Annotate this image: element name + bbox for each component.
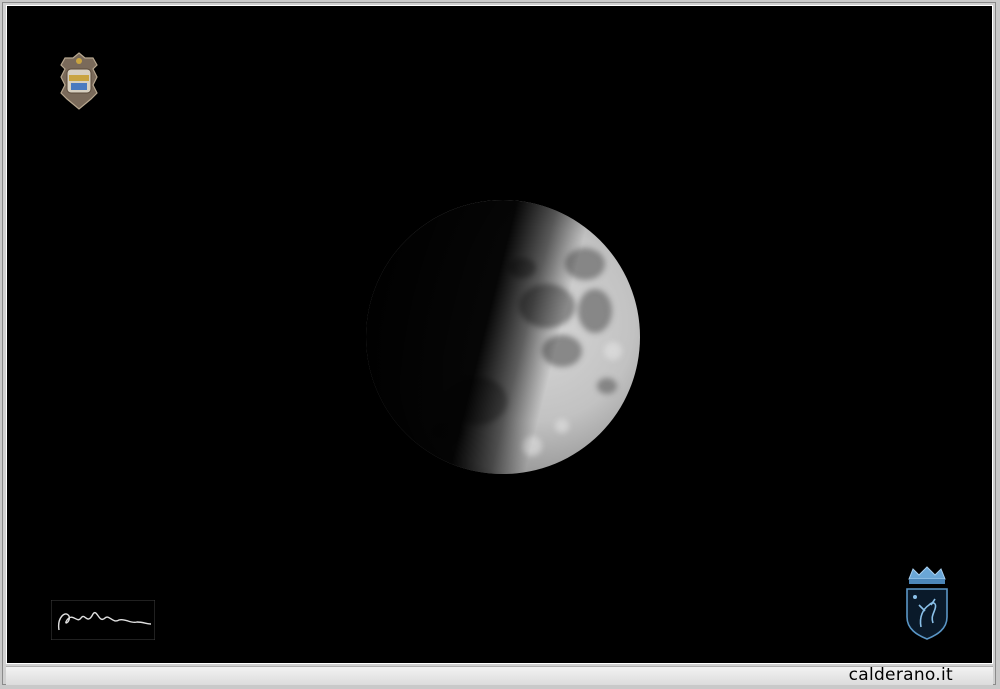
eclipse-photo xyxy=(6,5,993,664)
moon-icon xyxy=(366,200,640,474)
coat-of-arms-icon xyxy=(60,52,98,110)
caption-bar: calderano.it xyxy=(6,665,993,685)
signature-icon xyxy=(51,600,155,640)
crest-icon xyxy=(906,566,948,640)
site-link[interactable]: calderano.it xyxy=(849,665,953,685)
